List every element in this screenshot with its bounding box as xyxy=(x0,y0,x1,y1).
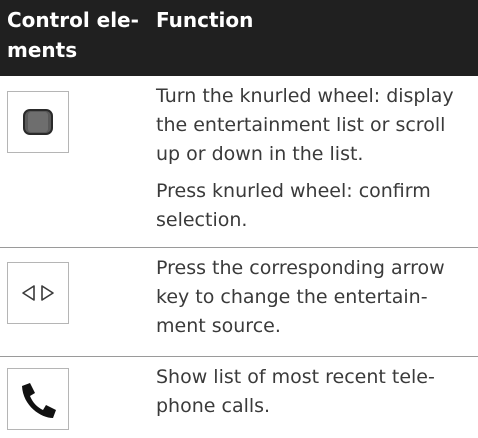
header-function: Function xyxy=(156,8,254,32)
table-row: Turn the knurled wheel: display the ente… xyxy=(0,76,478,248)
function-text: Press the corresponding arrow key to cha… xyxy=(156,254,474,341)
header-control-elements-line1: Control ele- xyxy=(7,8,139,32)
text-line: ment source. xyxy=(156,315,281,337)
function-paragraph: Show list of most recent tele- phone cal… xyxy=(156,363,474,421)
function-paragraph: Press the corresponding arrow key to cha… xyxy=(156,254,474,341)
text-line: Turn the knurled wheel: display xyxy=(156,85,454,107)
knurled-wheel-icon xyxy=(7,91,69,153)
text-line: key to change the entertain- xyxy=(156,286,428,308)
control-elements-table: Control ele- ments Function Turn the knu… xyxy=(0,0,478,438)
header-control-elements-line2: ments xyxy=(7,38,78,62)
function-text: Show list of most recent tele- phone cal… xyxy=(156,363,474,421)
text-line: the entertainment list or scroll xyxy=(156,114,446,136)
text-line: selection. xyxy=(156,209,248,231)
header-control-elements: Control ele- ments xyxy=(7,5,147,65)
text-line: Show list of most recent tele- xyxy=(156,366,435,388)
function-paragraph: Turn the knurled wheel: display the ente… xyxy=(156,82,474,169)
table-header: Control ele- ments Function xyxy=(0,0,478,76)
text-line: phone calls. xyxy=(156,395,271,417)
table-row: Show list of most recent tele- phone cal… xyxy=(0,357,478,438)
text-line: Press the corresponding arrow xyxy=(156,257,445,279)
text-line: Press knurled wheel: confirm xyxy=(156,180,431,202)
function-text: Turn the knurled wheel: display the ente… xyxy=(156,82,474,235)
arrow-keys-icon xyxy=(7,262,69,324)
table-row: Press the corresponding arrow key to cha… xyxy=(0,248,478,357)
function-paragraph: Press knurled wheel: confirm selection. xyxy=(156,177,474,235)
text-line: up or down in the list. xyxy=(156,143,364,165)
telephone-handset-icon xyxy=(7,368,69,430)
